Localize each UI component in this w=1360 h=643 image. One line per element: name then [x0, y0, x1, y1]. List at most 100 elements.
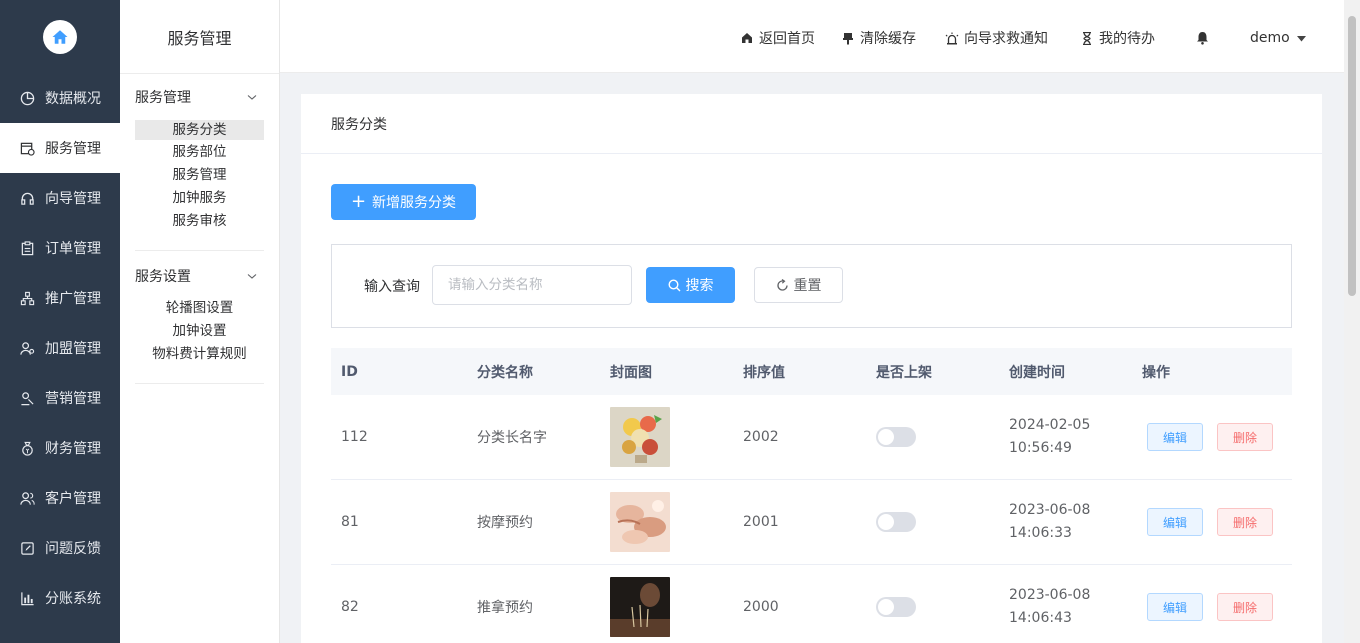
- nav-item-orders[interactable]: 订单管理: [0, 223, 120, 273]
- column-header: 创建时间: [1009, 364, 1065, 381]
- clipboard-icon: [19, 240, 35, 256]
- cell-listed: [866, 597, 999, 617]
- edit-button[interactable]: 编辑: [1147, 423, 1203, 451]
- user-menu[interactable]: demo: [1250, 28, 1306, 48]
- home-icon: [43, 19, 77, 54]
- search-button[interactable]: 搜索: [646, 267, 735, 303]
- delete-button[interactable]: 删除: [1217, 508, 1273, 536]
- home-link[interactable]: 返回首页: [740, 28, 815, 48]
- listed-toggle[interactable]: [876, 427, 916, 447]
- delete-button[interactable]: 删除: [1217, 593, 1273, 621]
- created-date: 2024-02-05: [1009, 417, 1091, 433]
- nav-item-split-accounts[interactable]: 分账系统: [0, 573, 120, 623]
- nav-item-finance[interactable]: 财务管理: [0, 423, 120, 473]
- top-header: 返回首页 清除缓存 向导求救通知 我的待办 demo: [280, 0, 1344, 73]
- cell-sort: 2002: [743, 429, 779, 445]
- created-date: 2023-06-08: [1009, 587, 1091, 603]
- nav-item-label: 分账系统: [45, 591, 101, 607]
- column-header: 分类名称: [477, 364, 533, 381]
- submenu-item-extra-time-settings[interactable]: 加钟设置: [135, 322, 264, 345]
- todo-link[interactable]: 我的待办: [1080, 28, 1155, 48]
- cover-image[interactable]: [610, 577, 670, 637]
- scrollbar-thumb[interactable]: [1348, 16, 1356, 296]
- todo-label: 我的待办: [1099, 31, 1155, 47]
- bell-icon: [1195, 31, 1209, 45]
- nav-item-guide[interactable]: 向导管理: [0, 173, 120, 223]
- listed-toggle[interactable]: [876, 597, 916, 617]
- edit-square-icon: [19, 540, 35, 556]
- category-table: ID 分类名称 封面图 排序值 是否上架 创建时间 操作 112 分类长名字 2…: [331, 348, 1292, 643]
- search-panel: 输入查询 搜索 重置: [331, 244, 1292, 328]
- caret-down-icon: [1296, 30, 1306, 46]
- submenu-item-carousel[interactable]: 轮播图设置: [135, 299, 264, 322]
- submenu-item-material-fee[interactable]: 物料费计算规则: [135, 345, 264, 368]
- clear-cache-link[interactable]: 清除缓存: [841, 28, 916, 48]
- cell-created: 2023-06-08 14:06:43: [999, 584, 1132, 630]
- service-calendar-icon: [19, 140, 35, 156]
- nav-item-service[interactable]: 服务管理: [0, 123, 120, 173]
- page-scrollbar[interactable]: [1344, 0, 1360, 643]
- cell-cover: [600, 577, 733, 637]
- submenu-item-service-category[interactable]: 服务分类: [135, 120, 264, 140]
- cell-created: 2024-02-05 10:56:49: [999, 414, 1132, 460]
- reset-button[interactable]: 重置: [754, 267, 843, 303]
- reset-button-label: 重置: [793, 278, 822, 294]
- page-title: 服务分类: [301, 94, 1322, 154]
- cover-image[interactable]: [610, 407, 670, 467]
- edit-button[interactable]: 编辑: [1147, 593, 1203, 621]
- cell-actions: 编辑 删除: [1132, 593, 1292, 621]
- created-time: 14:06:43: [1009, 610, 1072, 626]
- search-icon: [667, 278, 681, 292]
- edit-button[interactable]: 编辑: [1147, 508, 1203, 536]
- column-header: 是否上架: [876, 364, 932, 381]
- chevron-up-icon: [247, 95, 257, 100]
- table-row: 82 推拿预约 2000 2023-06-08 14:06:43 编辑 删除: [331, 565, 1292, 643]
- submenu-group-service[interactable]: 服务管理: [120, 74, 279, 120]
- chevron-up-icon: [247, 274, 257, 279]
- nav-item-marketing[interactable]: 营销管理: [0, 373, 120, 423]
- submenu-group-label: 服务设置: [135, 269, 191, 285]
- username: demo: [1250, 30, 1290, 46]
- cell-sort: 2000: [743, 599, 779, 615]
- nav-item-feedback[interactable]: 问题反馈: [0, 523, 120, 573]
- nav-item-label: 数据概况: [45, 91, 101, 107]
- category-name-input[interactable]: [432, 265, 632, 305]
- nav-item-customers[interactable]: 客户管理: [0, 473, 120, 523]
- created-date: 2023-06-08: [1009, 502, 1091, 518]
- home-link-label: 返回首页: [759, 31, 815, 47]
- cell-listed: [866, 427, 999, 447]
- cell-listed: [866, 512, 999, 532]
- created-time: 10:56:49: [1009, 440, 1072, 456]
- nav-item-label: 客户管理: [45, 491, 101, 507]
- nav-item-franchise[interactable]: 加盟管理: [0, 323, 120, 373]
- column-header: ID: [341, 363, 358, 380]
- submenu-item-extra-time[interactable]: 加钟服务: [135, 189, 264, 212]
- brush-icon: [841, 31, 855, 45]
- cell-id: 82: [341, 599, 359, 615]
- main-sidebar: 数据概况 服务管理 向导管理 订单管理 推广管理 加盟管理 营销管理 财务管理 …: [0, 0, 120, 643]
- submenu-group-settings[interactable]: 服务设置: [120, 253, 279, 299]
- nav-item-dashboard[interactable]: 数据概况: [0, 73, 120, 123]
- nav-item-label: 财务管理: [45, 441, 101, 457]
- bar-chart-icon: [19, 590, 35, 606]
- logo[interactable]: [0, 0, 120, 73]
- nav-item-promotion[interactable]: 推广管理: [0, 273, 120, 323]
- cell-name: 分类长名字: [477, 430, 547, 446]
- delete-button[interactable]: 删除: [1217, 423, 1273, 451]
- cell-cover: [600, 492, 733, 552]
- content-card: 服务分类 + 新增服务分类 输入查询 搜索 重置 ID 分类名称 封面图 排序值…: [301, 94, 1322, 643]
- add-category-button[interactable]: + 新增服务分类: [331, 184, 476, 220]
- submenu-item-service-manage[interactable]: 服务管理: [135, 166, 264, 189]
- submenu-item-service-area[interactable]: 服务部位: [135, 143, 264, 166]
- clear-cache-label: 清除缓存: [860, 31, 916, 47]
- nav-item-label: 推广管理: [45, 291, 101, 307]
- cell-actions: 编辑 删除: [1132, 508, 1292, 536]
- notification-bell[interactable]: [1195, 28, 1214, 48]
- sub-sidebar-title: 服务管理: [120, 0, 279, 74]
- listed-toggle[interactable]: [876, 512, 916, 532]
- rescue-notice-link[interactable]: 向导求救通知: [945, 28, 1048, 48]
- users-icon: [19, 490, 35, 506]
- submenu-item-service-review[interactable]: 服务审核: [135, 212, 264, 235]
- cover-image[interactable]: [610, 492, 670, 552]
- table-row: 112 分类长名字 2002 2024-02-05 10:56:49 编辑 删除: [331, 395, 1292, 480]
